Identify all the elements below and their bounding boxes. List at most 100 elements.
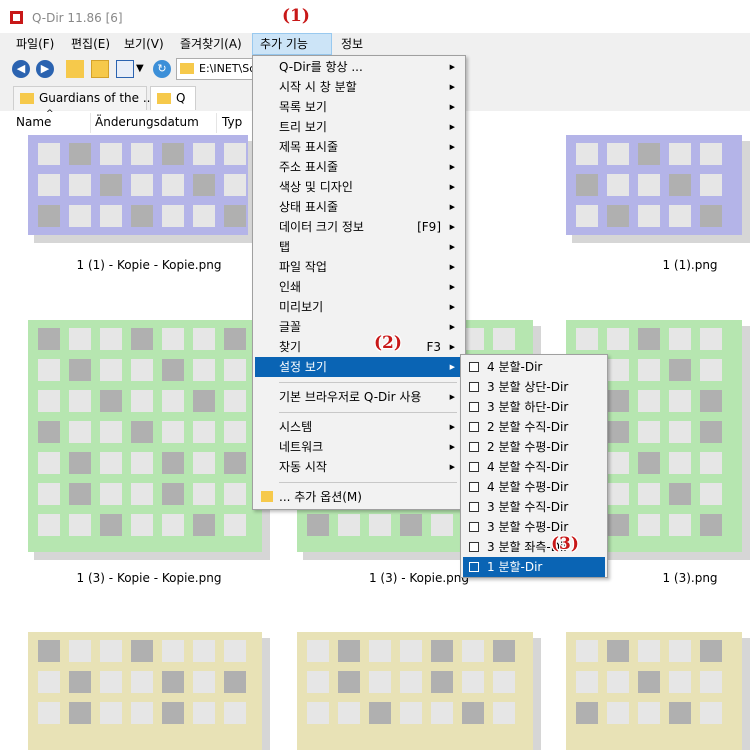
thumbnail-cell — [69, 640, 91, 662]
column-type[interactable]: Typ — [222, 115, 242, 129]
thumbnail-cell — [162, 328, 184, 350]
thumbnail-cell — [700, 421, 722, 443]
tab-label: Q — [176, 91, 186, 105]
file-thumbnail[interactable] — [566, 632, 750, 750]
submenu-item-3-split-horizontal[interactable]: 3 분할 수평-Dir — [463, 517, 605, 537]
menu-edit[interactable]: 편집(E) — [64, 33, 117, 55]
menu-item-tree-view[interactable]: 트리 보기 ▶ — [255, 117, 463, 137]
up-folder-icon[interactable] — [66, 60, 84, 78]
column-date[interactable]: Änderungsdatum — [95, 115, 199, 129]
thumbnail-cell — [700, 143, 722, 165]
menu-info[interactable]: 정보 — [334, 33, 370, 55]
thumbnail-cell — [700, 328, 722, 350]
thumbnail-cell — [607, 483, 629, 505]
file-caption[interactable]: 1 (1) - Kopie - Kopie.png — [28, 258, 270, 272]
menu-item-split-start[interactable]: 시작 시 창 분할 ▶ — [255, 77, 463, 97]
thumbnail-cell — [638, 143, 660, 165]
menu-item-data-size[interactable]: 데이터 크기 정보 [F9] ▶ — [255, 217, 463, 237]
shortcut-label: [F9] — [417, 220, 441, 234]
submenu-item-3-split-bottom[interactable]: 3 분할 하단-Dir — [463, 397, 605, 417]
thumbnail-cell — [400, 640, 422, 662]
layout-icon — [469, 422, 479, 432]
menu-item-more-options[interactable]: ... 추가 옵션(M) — [255, 487, 463, 507]
thumbnail-cell — [38, 143, 60, 165]
menu-item-label: 글꼴 — [279, 320, 302, 334]
view-dropdown-icon[interactable]: ▼ — [136, 60, 154, 78]
thumbnail-cell — [193, 452, 215, 474]
tab-q[interactable]: Q — [150, 86, 196, 110]
thumbnail-cell — [69, 421, 91, 443]
submenu-arrow-icon: ▶ — [449, 63, 455, 71]
submenu-item-4-split-vertical[interactable]: 4 분할 수직-Dir — [463, 457, 605, 477]
column-divider[interactable] — [90, 113, 91, 133]
menu-item-label: 네트워크 — [279, 440, 324, 454]
file-caption[interactable]: 1 (3).png — [600, 571, 750, 585]
menu-item-tabs[interactable]: 탭 ▶ — [255, 237, 463, 257]
menu-separator — [279, 412, 457, 413]
thumbnail-cell — [307, 514, 329, 536]
thumbnail-cell — [224, 143, 246, 165]
file-thumbnail[interactable] — [28, 632, 270, 750]
menu-item-label: 설정 보기 — [279, 360, 327, 374]
submenu-item-4-split-horizontal[interactable]: 4 분할 수평-Dir — [463, 477, 605, 497]
thumbnail-cell — [576, 702, 598, 724]
extras-dropdown-menu: Q-Dir를 항상 ... ▶ 시작 시 창 분할 ▶ 목록 보기 ▶ 트리 보기 ▶ … — [252, 55, 466, 510]
thumbnail-cell — [462, 640, 484, 662]
menu-item-list-view[interactable]: 목록 보기 ▶ — [255, 97, 463, 117]
file-thumbnail[interactable] — [297, 632, 541, 750]
file-thumbnail[interactable] — [566, 135, 750, 243]
submenu-arrow-icon: ▶ — [449, 263, 455, 271]
submenu-item-4-split[interactable]: 4 분할-Dir — [463, 357, 605, 377]
menu-item-preview[interactable]: 미리보기 ▶ — [255, 297, 463, 317]
new-folder-icon[interactable] — [91, 60, 109, 78]
thumbnail-cell — [193, 671, 215, 693]
file-caption[interactable]: 1 (1).png — [600, 258, 750, 272]
forward-arrow-icon[interactable]: ▶ — [36, 60, 54, 78]
thumbnail-cell — [638, 359, 660, 381]
column-divider[interactable] — [216, 113, 217, 133]
tab-guardians[interactable]: Guardians of the ... — [13, 86, 154, 110]
menu-item-address-bar[interactable]: 주소 표시줄 ▶ — [255, 157, 463, 177]
thumbnail-cell — [224, 174, 246, 196]
tab-label: Guardians of the ... — [39, 91, 155, 105]
thumbnail-cell — [576, 671, 598, 693]
thumbnail-cell — [669, 421, 691, 443]
view-mode-icon[interactable] — [116, 60, 134, 78]
menu-item-colors-design[interactable]: 색상 및 디자인 ▶ — [255, 177, 463, 197]
file-caption[interactable]: 1 (3) - Kopie - Kopie.png — [28, 571, 270, 585]
menu-item-print[interactable]: 인쇄 ▶ — [255, 277, 463, 297]
menu-item-network[interactable]: 네트워크 ▶ — [255, 437, 463, 457]
menu-item-always[interactable]: Q-Dir를 항상 ... ▶ — [255, 57, 463, 77]
submenu-item-3-split-left[interactable]: 3 분할 좌측-Dir — [463, 537, 605, 557]
menu-item-title-bar[interactable]: 제목 표시줄 ▶ — [255, 137, 463, 157]
submenu-item-3-split-vertical[interactable]: 3 분할 수직-Dir — [463, 497, 605, 517]
menu-item-file-ops[interactable]: 파일 작업 ▶ — [255, 257, 463, 277]
refresh-icon[interactable]: ↻ — [153, 60, 171, 78]
thumbnail-cell — [638, 421, 660, 443]
file-thumbnail[interactable] — [28, 135, 256, 243]
thumbnail-cell — [607, 143, 629, 165]
submenu-item-1-split[interactable]: 1 분할-Dir — [463, 557, 605, 577]
thumbnail-cell — [193, 143, 215, 165]
menu-item-system[interactable]: 시스템 ▶ — [255, 417, 463, 437]
menu-item-font[interactable]: 글꼴 ▶ — [255, 317, 463, 337]
thumbnail-cell — [69, 702, 91, 724]
menu-item-default-browser[interactable]: 기본 브라우저로 Q-Dir 사용 ▶ — [255, 387, 463, 407]
thumbnail-cell — [607, 514, 629, 536]
menu-favorites[interactable]: 즐겨찾기(A) — [173, 33, 249, 55]
menu-file[interactable]: 파일(F) — [9, 33, 61, 55]
back-arrow-icon[interactable]: ◀ — [12, 60, 30, 78]
menu-extras[interactable]: 추가 기능(X) — [252, 33, 332, 71]
menu-view[interactable]: 보기(V) — [117, 33, 171, 55]
thumbnail-cell — [700, 671, 722, 693]
file-thumbnail[interactable] — [28, 320, 270, 560]
thumbnail-cell — [224, 671, 246, 693]
menu-item-autostart[interactable]: 자동 시작 ▶ — [255, 457, 463, 477]
submenu-item-2-split-vertical[interactable]: 2 분할 수직-Dir — [463, 417, 605, 437]
menu-item-view-settings[interactable]: 설정 보기 ▶ — [255, 357, 463, 377]
menu-item-status-bar[interactable]: 상태 표시줄 ▶ — [255, 197, 463, 217]
menu-item-find[interactable]: 찾기 F3 ▶ — [255, 337, 463, 357]
submenu-item-2-split-horizontal[interactable]: 2 분할 수평-Dir — [463, 437, 605, 457]
submenu-item-3-split-top[interactable]: 3 분할 상단-Dir — [463, 377, 605, 397]
address-bar[interactable]: E:\INET\Sc — [176, 58, 256, 80]
